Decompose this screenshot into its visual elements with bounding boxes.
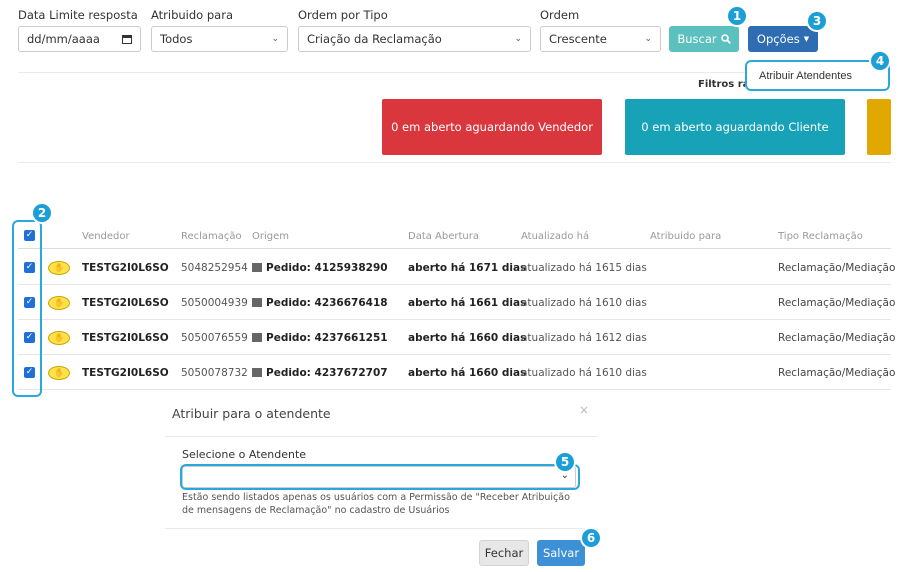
step-badge-2: 2 bbox=[31, 202, 53, 224]
order-type-value: Criação da Reclamação bbox=[307, 32, 442, 46]
opened: aberto há 1661 dias bbox=[408, 296, 527, 309]
table-row[interactable]: ✓ ✋ TESTG2I0L6SO 5048252954 Pedido: 4125… bbox=[18, 250, 895, 285]
updated: atualizado há 1610 dias bbox=[521, 366, 647, 379]
updated: atualizado há 1610 dias bbox=[521, 296, 647, 309]
chevron-down-icon: ⌄ bbox=[271, 34, 279, 44]
divider bbox=[165, 528, 597, 529]
table-row[interactable]: ✓ ✋ TESTG2I0L6SO 5050078732 Pedido: 4237… bbox=[18, 355, 895, 390]
step-badge-4: 4 bbox=[869, 50, 891, 72]
chevron-down-icon: ⌄ bbox=[644, 34, 652, 44]
assign-attendants-menu-item[interactable]: Atribuir Atendentes bbox=[750, 62, 888, 89]
step-badge-3: 3 bbox=[806, 10, 828, 32]
row-checkbox[interactable]: ✓ bbox=[24, 332, 35, 343]
handshake-icon: ✋ bbox=[48, 365, 70, 380]
claim-type: Reclamação/Mediação bbox=[778, 366, 896, 379]
select-all-checkbox[interactable]: ✓ bbox=[24, 230, 35, 241]
options-button-label: Opções bbox=[756, 32, 800, 46]
modal-title: Atribuir para o atendente bbox=[172, 406, 331, 421]
col-opened: Data Abertura bbox=[408, 231, 480, 242]
caret-down-icon: ▼ bbox=[803, 35, 810, 43]
deadline-value: dd/mm/aaaa bbox=[27, 32, 100, 46]
seller: TESTG2I0L6SO bbox=[82, 261, 169, 274]
opened: aberto há 1671 dias bbox=[408, 261, 527, 274]
row-checkbox[interactable]: ✓ bbox=[24, 297, 35, 308]
card-awaiting-customer[interactable]: 0 em aberto aguardando Cliente bbox=[625, 99, 845, 155]
card-awaiting-seller[interactable]: 0 em aberto aguardando Vendedor bbox=[382, 99, 602, 155]
attendant-select[interactable]: ⌄ bbox=[182, 466, 576, 488]
divider bbox=[165, 436, 597, 437]
claim-id[interactable]: 5050004939 bbox=[181, 285, 248, 320]
options-button[interactable]: Opções ▼ bbox=[748, 26, 818, 52]
col-assigned: Atribuido para bbox=[650, 231, 722, 242]
claim-type: Reclamação/Mediação bbox=[778, 331, 896, 344]
row-checkbox[interactable]: ✓ bbox=[24, 262, 35, 273]
assigned-label: Atribuido para bbox=[151, 8, 233, 22]
seller: TESTG2I0L6SO bbox=[82, 296, 169, 309]
origin[interactable]: Pedido: 4237661251 bbox=[266, 332, 388, 344]
step-badge-1: 1 bbox=[726, 5, 748, 27]
seller: TESTG2I0L6SO bbox=[82, 366, 169, 379]
origin[interactable]: Pedido: 4237672707 bbox=[266, 367, 388, 379]
col-updated: Atualizado há bbox=[521, 231, 590, 242]
close-icon[interactable]: × bbox=[579, 403, 589, 417]
claim-type: Reclamação/Mediação bbox=[778, 296, 896, 309]
handshake-icon: ✋ bbox=[48, 330, 70, 345]
step-badge-5: 5 bbox=[554, 451, 576, 473]
document-icon bbox=[252, 298, 262, 307]
assigned-value: Todos bbox=[160, 32, 193, 46]
divider bbox=[18, 162, 891, 163]
claim-type: Reclamação/Mediação bbox=[778, 261, 896, 274]
col-origin: Origem bbox=[252, 231, 290, 242]
handshake-icon: ✋ bbox=[48, 295, 70, 310]
search-button-label: Buscar bbox=[677, 32, 717, 46]
calendar-icon[interactable] bbox=[122, 34, 132, 44]
order-label: Ordem bbox=[540, 8, 580, 22]
updated: atualizado há 1615 dias bbox=[521, 261, 647, 274]
order-value: Crescente bbox=[549, 32, 607, 46]
claim-id[interactable]: 5050078732 bbox=[181, 355, 248, 390]
handshake-icon: ✋ bbox=[48, 260, 70, 275]
updated: atualizado há 1612 dias bbox=[521, 331, 647, 344]
col-type: Tipo Reclamação bbox=[778, 231, 863, 242]
order-type-label: Ordem por Tipo bbox=[298, 8, 388, 22]
attendant-select-label: Selecione o Atendente bbox=[182, 448, 307, 461]
order-type-select[interactable]: Criação da Reclamação ⌄ bbox=[298, 26, 531, 52]
search-button[interactable]: Buscar bbox=[669, 26, 739, 52]
deadline-date-input[interactable]: dd/mm/aaaa bbox=[18, 26, 141, 52]
chevron-down-icon: ⌄ bbox=[514, 34, 522, 44]
col-seller: Vendedor bbox=[82, 231, 130, 242]
document-icon bbox=[252, 263, 262, 272]
opened: aberto há 1660 dias bbox=[408, 331, 527, 344]
document-icon bbox=[252, 368, 262, 377]
claim-id[interactable]: 5048252954 bbox=[181, 250, 248, 285]
divider bbox=[18, 72, 745, 73]
origin[interactable]: Pedido: 4125938290 bbox=[266, 262, 388, 274]
document-icon bbox=[252, 333, 262, 342]
close-button[interactable]: Fechar bbox=[479, 540, 529, 566]
claim-id[interactable]: 5050076559 bbox=[181, 320, 248, 355]
origin[interactable]: Pedido: 4236676418 bbox=[266, 297, 388, 309]
col-claim: Reclamação bbox=[181, 231, 242, 242]
step-badge-6: 6 bbox=[580, 527, 602, 549]
opened: aberto há 1660 dias bbox=[408, 366, 527, 379]
quick-filters-label: Filtros rápidos bbox=[698, 79, 745, 90]
seller: TESTG2I0L6SO bbox=[82, 331, 169, 344]
order-select[interactable]: Crescente ⌄ bbox=[540, 26, 661, 52]
table-row[interactable]: ✓ ✋ TESTG2I0L6SO 5050004939 Pedido: 4236… bbox=[18, 285, 895, 320]
divider bbox=[18, 248, 891, 249]
assigned-select[interactable]: Todos ⌄ bbox=[151, 26, 288, 52]
save-button[interactable]: Salvar bbox=[537, 540, 585, 566]
card-partial[interactable] bbox=[867, 99, 891, 155]
permission-help-text: Estão sendo listados apenas os usuários … bbox=[182, 492, 570, 516]
table-row[interactable]: ✓ ✋ TESTG2I0L6SO 5050076559 Pedido: 4237… bbox=[18, 320, 895, 355]
row-checkbox[interactable]: ✓ bbox=[24, 367, 35, 378]
deadline-label: Data Limite resposta bbox=[18, 8, 138, 22]
search-icon bbox=[720, 34, 731, 44]
